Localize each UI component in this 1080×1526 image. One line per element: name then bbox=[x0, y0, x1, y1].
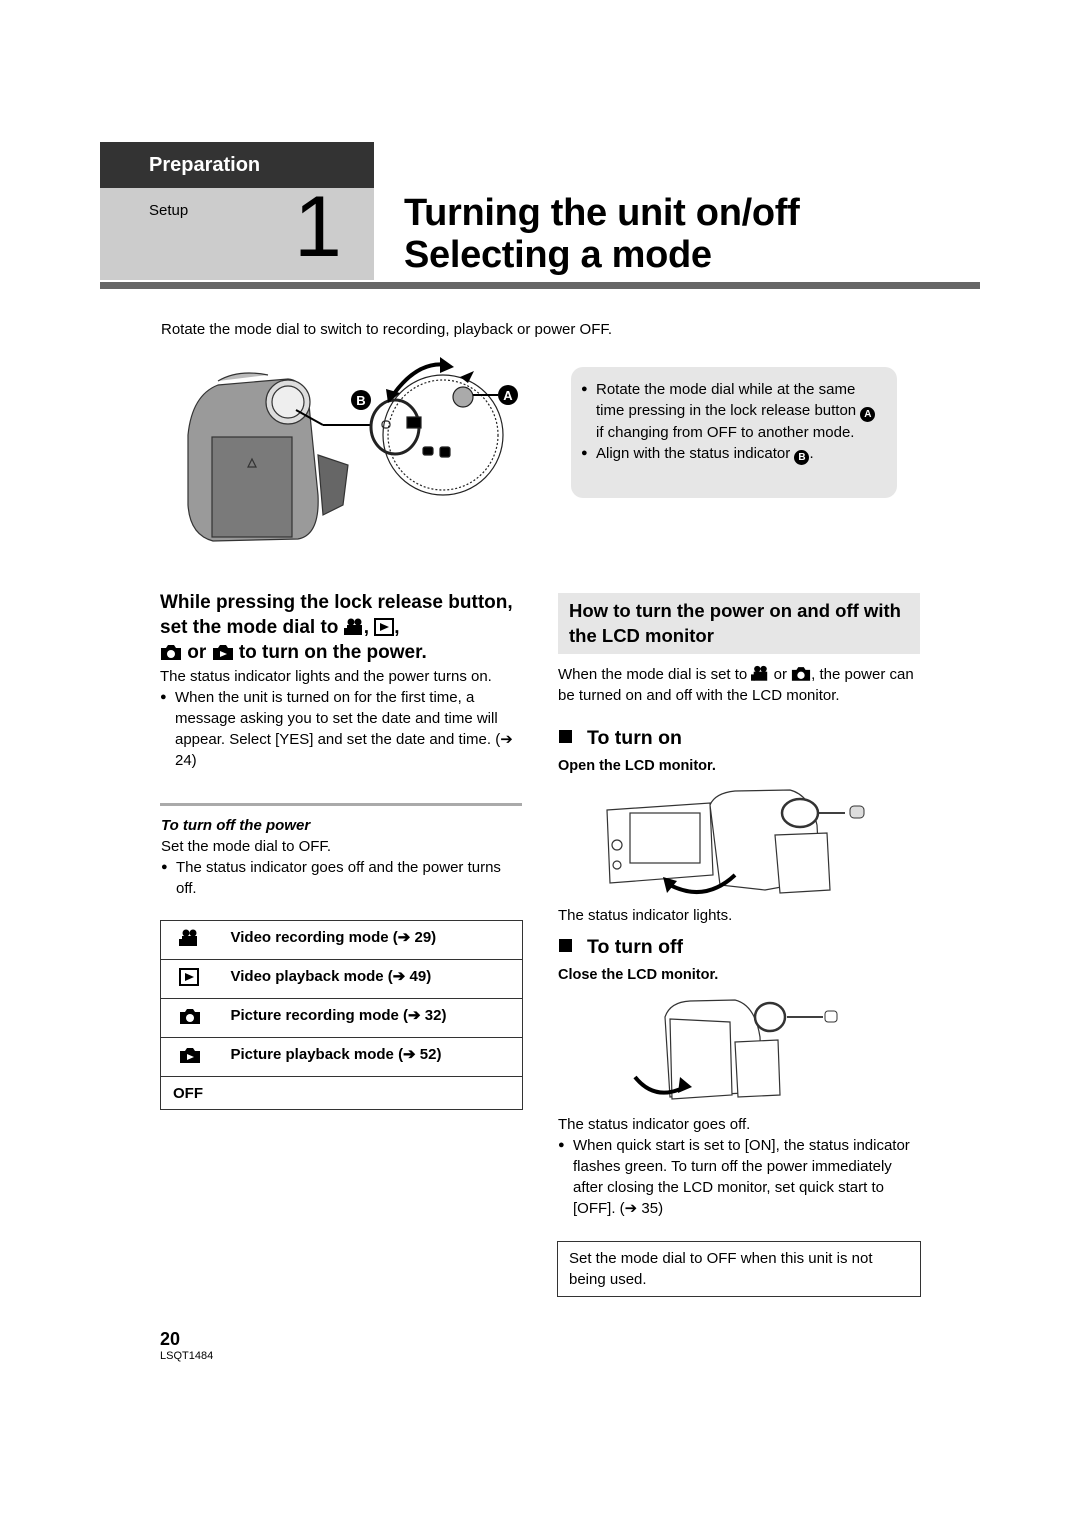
picture-playback-icon bbox=[212, 645, 233, 660]
mode-label: Picture recording mode (➔ 32) bbox=[230, 998, 523, 1038]
turn-off-bullet: The status indicator goes off and the po… bbox=[161, 857, 521, 899]
lcd-open-illustration bbox=[606, 789, 865, 894]
turn-on-step: Open the LCD monitor. bbox=[558, 758, 716, 774]
quick-start-bullet: When quick start is set to [ON], the sta… bbox=[558, 1135, 920, 1219]
page-number: 20 bbox=[160, 1329, 181, 1349]
badge-a: A bbox=[860, 407, 876, 422]
lcd-power-heading: How to turn the power on and off with th… bbox=[558, 593, 920, 654]
label-b-marker: B bbox=[351, 390, 371, 410]
title-line-1: Turning the unit on/off bbox=[404, 192, 800, 234]
turn-on-result: The status indicator lights. bbox=[558, 907, 733, 924]
lcd-close-illustration bbox=[633, 999, 838, 1100]
header-divider bbox=[100, 282, 980, 289]
turn-off-section: To turn off the power Set the mode dial … bbox=[161, 815, 521, 899]
chapter-number: 1 bbox=[294, 179, 342, 275]
video-playback-icon bbox=[374, 618, 395, 636]
turn-off-heading: To turn off bbox=[559, 936, 683, 959]
section-divider bbox=[160, 803, 522, 806]
turn-off-title: To turn off the power bbox=[161, 817, 311, 834]
table-row: Video recording mode (➔ 29) bbox=[160, 920, 523, 960]
video-camera-icon bbox=[179, 929, 197, 946]
label-a-marker: A bbox=[498, 385, 518, 405]
note-box: Rotate the mode dial while at the same t… bbox=[571, 367, 897, 498]
square-bullet-icon bbox=[559, 730, 572, 743]
turn-on-heading: To turn on bbox=[559, 727, 682, 750]
mode-label: Picture playback mode (➔ 52) bbox=[230, 1037, 523, 1077]
table-row: Picture recording mode (➔ 32) bbox=[160, 998, 523, 1038]
table-row: Video playback mode (➔ 49) bbox=[160, 959, 523, 999]
label-a: A bbox=[503, 388, 513, 403]
mode-label: Video playback mode (➔ 49) bbox=[230, 959, 523, 999]
first-time-bullet: When the unit is turned on for the first… bbox=[160, 687, 525, 771]
picture-playback-icon bbox=[180, 1048, 200, 1063]
power-on-body: The status indicator lights and the powe… bbox=[160, 666, 525, 771]
mode-dial-illustration: B A bbox=[187, 357, 518, 542]
power-on-heading: While pressing the lock release button, … bbox=[160, 592, 513, 663]
video-camera-icon bbox=[751, 665, 768, 681]
badge-b: B bbox=[794, 450, 810, 465]
square-bullet-icon bbox=[559, 939, 572, 952]
turn-off-result-section: The status indicator goes off. When quic… bbox=[558, 1114, 920, 1219]
video-camera-icon bbox=[343, 618, 362, 635]
photo-camera-icon bbox=[161, 645, 181, 660]
intro-text: Rotate the mode dial to switch to record… bbox=[161, 321, 613, 338]
lcd-intro: When the mode dial is set to or , the po… bbox=[558, 665, 914, 704]
photo-camera-icon bbox=[792, 667, 811, 681]
turn-off-step: Close the LCD monitor. bbox=[558, 967, 719, 983]
subsection-label: Setup bbox=[149, 202, 189, 219]
label-b: B bbox=[356, 393, 365, 408]
mode-label: OFF bbox=[160, 1076, 523, 1110]
tip-box: Set the mode dial to OFF when this unit … bbox=[557, 1241, 921, 1297]
table-row: OFF bbox=[160, 1076, 523, 1110]
photo-camera-icon bbox=[180, 1009, 200, 1024]
note-bullet-1: Rotate the mode dial while at the same t… bbox=[581, 379, 885, 443]
page-title: Turning the unit on/off Selecting a mode bbox=[404, 192, 800, 276]
table-row: Picture playback mode (➔ 52) bbox=[160, 1037, 523, 1077]
turn-off-body: Set the mode dial to OFF. bbox=[161, 838, 332, 855]
camcorder-back-drawing bbox=[187, 372, 349, 542]
document-code: LSQT1484 bbox=[160, 1350, 214, 1362]
section-label: Preparation bbox=[149, 154, 261, 176]
title-line-2: Selecting a mode bbox=[404, 234, 712, 276]
mode-table: Video recording mode (➔ 29) Video playba… bbox=[160, 920, 523, 1110]
note-bullet-2: Align with the status indicator B. bbox=[581, 443, 885, 465]
mode-label: Video recording mode (➔ 29) bbox=[230, 920, 523, 960]
subsection-block: Setup 1 bbox=[100, 184, 374, 280]
video-playback-icon bbox=[179, 968, 199, 986]
